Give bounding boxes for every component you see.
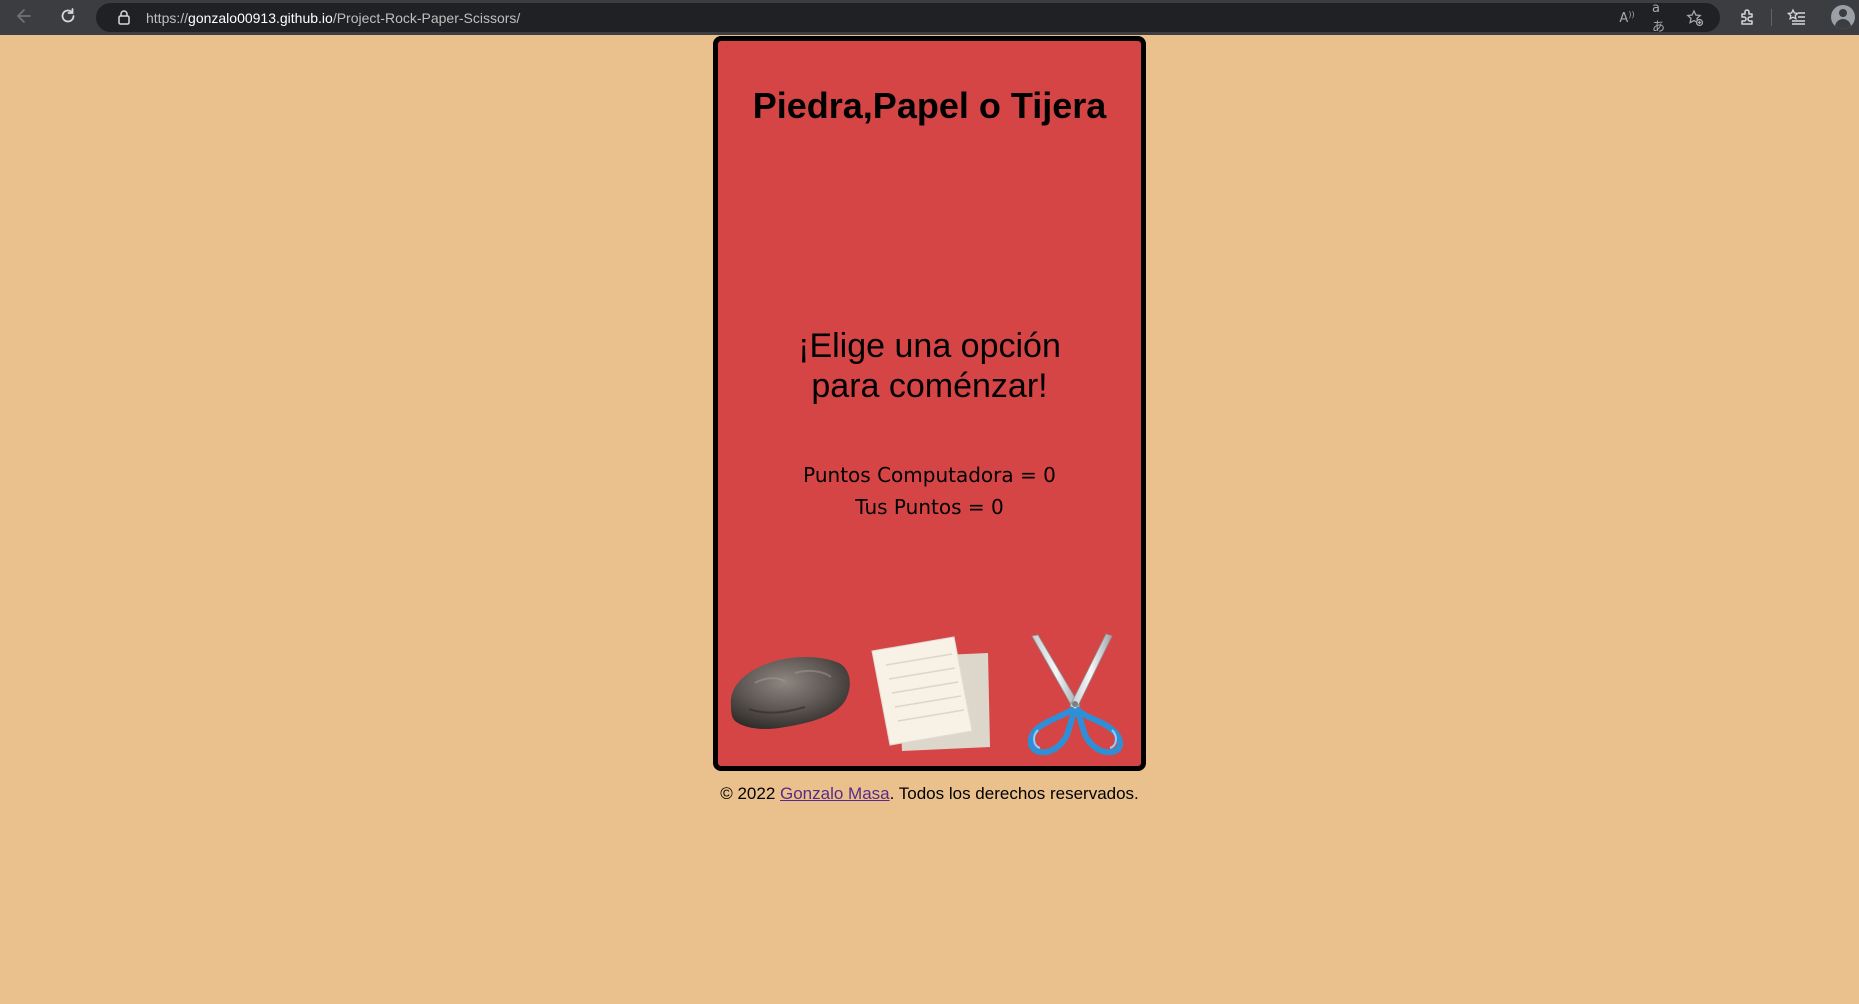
author-link[interactable]: Gonzalo Masa — [780, 784, 890, 803]
refresh-icon — [61, 8, 75, 23]
refresh-button[interactable] — [56, 4, 80, 28]
footer: © 2022 Gonzalo Masa. Todos los derechos … — [0, 784, 1859, 804]
read-aloud-icon[interactable]: A)) — [1618, 9, 1636, 27]
player-score: Tus Puntos = 0 — [855, 495, 1004, 519]
url-path: /Project-Rock-Paper-Scissors/ — [332, 10, 521, 26]
address-bar[interactable]: https://gonzalo00913.github.io/Project-R… — [96, 1, 1720, 35]
favorites-icon[interactable] — [1786, 6, 1808, 28]
back-button[interactable] — [12, 4, 36, 28]
lock-icon[interactable] — [116, 9, 132, 25]
translate-icon[interactable]: aあ — [1652, 1, 1670, 35]
game-title: Piedra,Papel o Tijera — [752, 85, 1107, 126]
prompt-line-1: ¡Elige una opción — [798, 327, 1061, 365]
rock-choice-button[interactable] — [725, 643, 853, 733]
paper-choice-button[interactable] — [868, 635, 993, 751]
choose-option-prompt: ¡Elige una opción para coménzar! — [778, 326, 1081, 406]
scissors-image — [1027, 633, 1123, 756]
game-card: Piedra,Papel o Tijera ¡Elige una opción … — [713, 36, 1146, 771]
scissors-choice-button[interactable] — [1018, 632, 1133, 756]
url-prefix: https:// — [146, 10, 189, 26]
browser-toolbar: https://gonzalo00913.github.io/Project-R… — [0, 0, 1859, 35]
footer-copyright: © 2022 — [720, 784, 780, 803]
url-text[interactable]: https://gonzalo00913.github.io/Project-R… — [146, 10, 520, 26]
paper-image — [871, 636, 990, 751]
footer-rights: . Todos los derechos reservados. — [889, 784, 1139, 803]
url-host: gonzalo00913.github.io — [188, 10, 333, 26]
toolbar-divider — [1771, 9, 1772, 26]
back-arrow-icon — [16, 9, 31, 23]
profile-avatar-icon[interactable] — [1831, 5, 1855, 29]
prompt-line-2: para coménzar! — [811, 367, 1048, 405]
computer-score: Puntos Computadora = 0 — [803, 463, 1056, 487]
favorite-add-icon[interactable] — [1686, 9, 1704, 27]
rock-image — [730, 657, 850, 729]
extensions-icon[interactable] — [1737, 6, 1759, 28]
